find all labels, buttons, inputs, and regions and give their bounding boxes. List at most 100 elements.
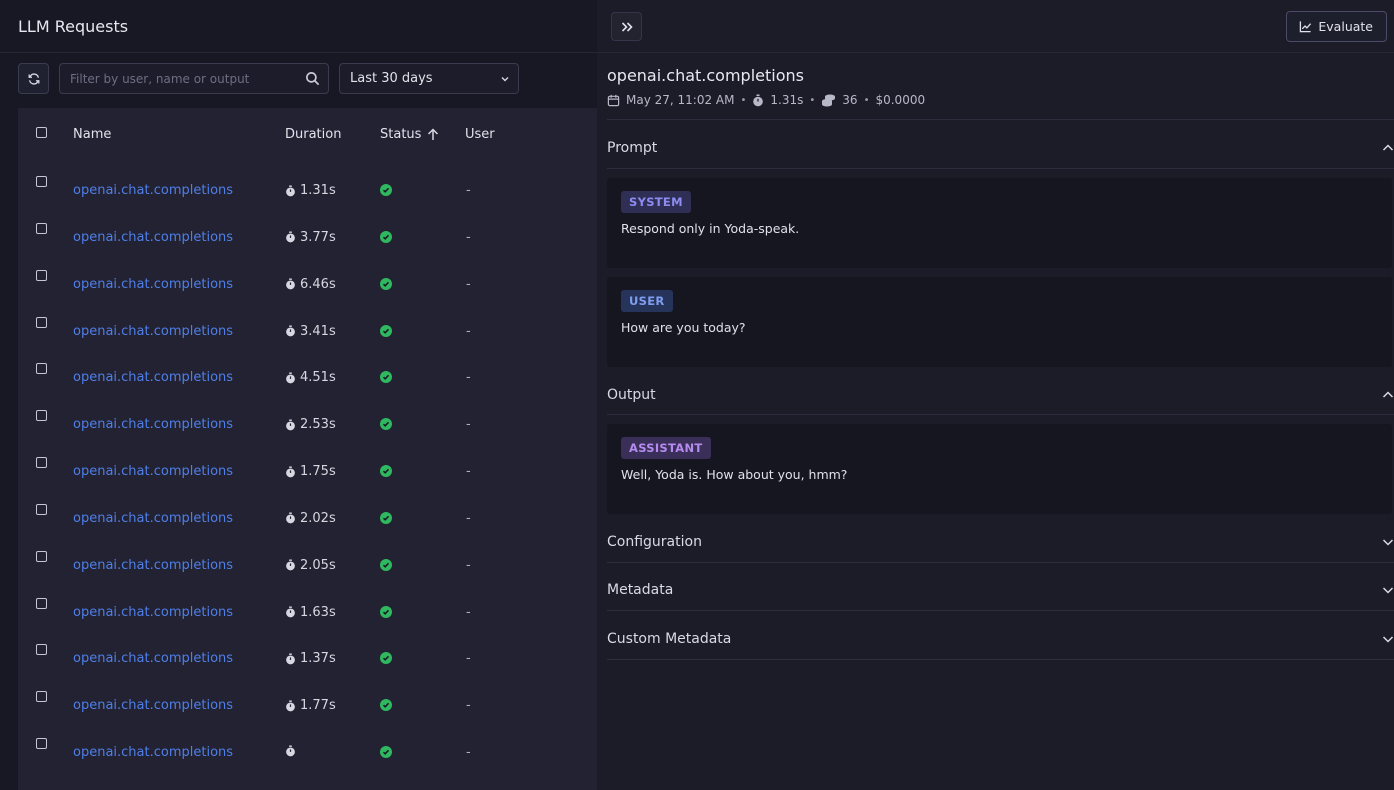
row-checkbox[interactable] (36, 644, 47, 659)
row-checkbox[interactable] (36, 176, 47, 191)
duration-cell: 1.77s (285, 698, 336, 713)
table-row[interactable]: openai.chat.completions 1.37s - (18, 628, 597, 675)
system-message-text: Respond only in Yoda-speak. (621, 221, 800, 236)
custom-metadata-section-header[interactable]: Custom Metadata (607, 631, 1394, 647)
configuration-section-header[interactable]: Configuration (607, 534, 1394, 550)
request-name-link[interactable]: openai.chat.completions (73, 183, 233, 198)
request-name-link[interactable]: openai.chat.completions (73, 605, 233, 620)
meta-separator: • (863, 94, 870, 106)
row-checkbox[interactable] (36, 550, 47, 566)
meta-separator: • (740, 94, 747, 106)
system-role-badge: SYSTEM (621, 191, 691, 213)
request-name-link[interactable]: openai.chat.completions (73, 745, 233, 760)
check-circle-icon (380, 277, 392, 290)
duration-cell: 2.53s (285, 417, 336, 432)
request-name-link[interactable]: openai.chat.completions (73, 324, 233, 339)
duration-value: 2.05s (300, 557, 336, 573)
double-chevron-right-icon (621, 21, 633, 32)
requests-toolbar: Last 30 days (18, 63, 519, 94)
chevron-down-icon (501, 76, 509, 81)
table-row[interactable]: openai.chat.completions 1.31s - (18, 160, 597, 207)
table-body: openai.chat.completions 1.31s - openai.chat… (18, 160, 597, 769)
stopwatch-icon (286, 745, 295, 757)
divider (607, 562, 1394, 563)
status-cell (380, 418, 392, 431)
duration-cell: 4.51s (285, 370, 336, 385)
divider (607, 610, 1394, 611)
table-row[interactable]: openai.chat.completions - (18, 722, 597, 769)
table-row[interactable]: openai.chat.completions 1.63s - (18, 582, 597, 629)
user-cell: - (466, 276, 471, 292)
row-checkbox[interactable] (36, 457, 47, 472)
row-checkbox[interactable] (36, 363, 47, 378)
table-row[interactable]: openai.chat.completions 3.41s - (18, 301, 597, 348)
request-name-link[interactable]: openai.chat.completions (73, 511, 233, 526)
select-all-checkbox[interactable] (36, 126, 47, 142)
request-name-link[interactable]: openai.chat.completions (73, 370, 233, 385)
stopwatch-icon (286, 700, 295, 712)
row-checkbox[interactable] (36, 410, 47, 425)
prompt-label: Prompt (607, 140, 658, 156)
user-cell: - (466, 510, 471, 526)
status-column-header[interactable]: Status (380, 127, 439, 142)
meta-date: May 27, 11:02 AM (626, 93, 735, 107)
request-name-link[interactable]: openai.chat.completions (73, 230, 233, 245)
duration-value: 3.77s (300, 229, 336, 245)
request-name-link[interactable]: openai.chat.completions (73, 277, 233, 292)
evaluate-button[interactable]: Evaluate (1286, 11, 1387, 42)
status-cell (380, 746, 392, 759)
row-checkbox[interactable] (36, 316, 47, 332)
request-name-link[interactable]: openai.chat.completions (73, 558, 233, 573)
output-section-header[interactable]: Output (607, 387, 1394, 403)
row-checkbox[interactable] (36, 691, 47, 706)
search-input[interactable] (70, 71, 305, 86)
status-cell (380, 324, 392, 337)
request-name-link[interactable]: openai.chat.completions (73, 464, 233, 479)
date-range-select[interactable]: Last 30 days (339, 63, 519, 94)
request-name-link[interactable]: openai.chat.completions (73, 651, 233, 666)
calendar-icon (607, 94, 620, 106)
stopwatch-icon (286, 231, 295, 243)
row-checkbox[interactable] (36, 503, 47, 519)
check-circle-icon (380, 511, 392, 524)
duration-cell: 1.75s (285, 464, 336, 479)
duration-value: 1.31s (300, 183, 336, 198)
stopwatch-icon (286, 653, 295, 665)
divider (607, 119, 1394, 120)
table-row[interactable]: openai.chat.completions 2.02s - (18, 488, 597, 535)
request-name-link[interactable]: openai.chat.completions (73, 698, 233, 713)
metadata-section-header[interactable]: Metadata (607, 582, 1394, 598)
table-row[interactable]: openai.chat.completions 1.77s - (18, 675, 597, 722)
collapse-panel-button[interactable] (611, 12, 642, 41)
duration-value: 3.41s (300, 323, 336, 339)
table-row[interactable]: openai.chat.completions 6.46s - (18, 254, 597, 301)
row-checkbox[interactable] (36, 597, 47, 613)
request-name-link[interactable]: openai.chat.completions (73, 417, 233, 432)
detail-title: openai.chat.completions (607, 66, 804, 85)
table-row[interactable]: openai.chat.completions 2.05s - (18, 535, 597, 582)
name-column-header[interactable]: Name (73, 127, 111, 142)
refresh-button[interactable] (18, 63, 49, 94)
search-box (59, 63, 329, 94)
duration-value: 2.02s (300, 510, 336, 526)
divider (607, 414, 1394, 415)
user-cell: - (466, 417, 471, 433)
check-circle-icon (380, 465, 392, 478)
row-checkbox[interactable] (36, 222, 47, 238)
table-row[interactable]: openai.chat.completions 4.51s - (18, 347, 597, 394)
row-checkbox[interactable] (36, 269, 47, 285)
user-cell: - (466, 745, 471, 761)
duration-column-header[interactable]: Duration (285, 127, 341, 142)
table-row[interactable]: openai.chat.completions 2.53s - (18, 394, 597, 441)
user-column-header[interactable]: User (465, 127, 495, 142)
divider (607, 659, 1394, 660)
status-cell (380, 184, 392, 196)
search-icon[interactable] (305, 71, 320, 86)
check-circle-icon (380, 605, 392, 618)
table-row[interactable]: openai.chat.completions 3.77s - (18, 207, 597, 254)
duration-cell: 2.02s (285, 511, 336, 526)
table-row[interactable]: openai.chat.completions 1.75s - (18, 441, 597, 488)
prompt-section-header[interactable]: Prompt (607, 140, 1394, 156)
requests-table: Name Duration Status User openai.chat.co… (18, 108, 597, 790)
row-checkbox[interactable] (36, 738, 47, 753)
